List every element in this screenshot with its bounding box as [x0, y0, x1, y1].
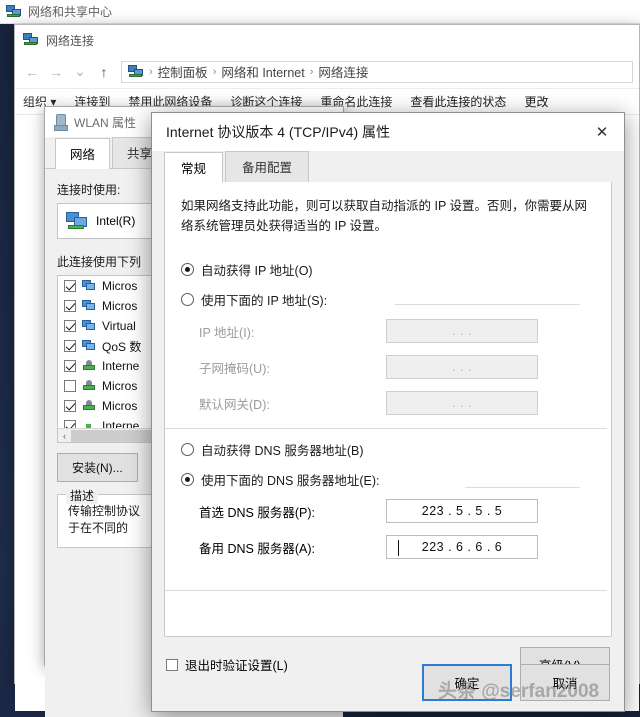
component-checkbox[interactable]: [64, 360, 76, 372]
field-subnet-mask: 子网掩码(U): . . .: [181, 352, 595, 382]
back-button[interactable]: ←: [21, 64, 43, 80]
breadcrumb-separator: ›: [149, 65, 153, 78]
cancel-button[interactable]: 取消: [520, 664, 610, 701]
ipv4-properties-dialog: Internet 协议版本 4 (TCP/IPv4) 属性 ✕ 常规 备用配置 …: [151, 112, 625, 712]
radio-label: 使用下面的 DNS 服务器地址(E):: [201, 473, 380, 488]
checkbox-indicator[interactable]: [166, 658, 178, 671]
preferred-dns-input[interactable]: 223 . 5 . 5 . 5: [386, 499, 538, 523]
component-label: Interne: [102, 359, 140, 373]
network-adapter-icon: [66, 212, 88, 230]
ok-button[interactable]: 确定: [422, 664, 512, 701]
monitor-icon: [82, 300, 96, 312]
radio-obtain-dns-automatically[interactable]: 自动获得 DNS 服务器地址(B): [181, 438, 595, 460]
alternate-dns-input[interactable]: 223 . 6 . 6 . 6: [386, 535, 538, 559]
network-icon: [128, 64, 144, 79]
field-alternate-dns: 备用 DNS 服务器(A): 223 . 6 . 6 . 6: [181, 532, 595, 562]
network-icon: [6, 4, 22, 19]
component-label: Virtual: [102, 319, 136, 333]
subnet-mask-input[interactable]: . . .: [386, 355, 538, 379]
sharing-center-titlebar[interactable]: 网络和共享中心: [0, 0, 640, 24]
monitor-icon: [82, 340, 96, 352]
component-checkbox[interactable]: [64, 340, 76, 352]
description-title: 描述: [66, 487, 99, 504]
field-label: IP 地址(I):: [199, 325, 255, 340]
component-checkbox[interactable]: [64, 320, 76, 332]
component-checkbox[interactable]: [64, 280, 76, 292]
monitor-icon: [82, 320, 96, 332]
recent-locations-button[interactable]: ⌄: [69, 63, 91, 80]
intro-text-line-2: 络系统管理员处获得适当的 IP 设置。: [181, 219, 388, 233]
up-button[interactable]: ↑: [93, 64, 115, 80]
field-label: 首选 DNS 服务器(P):: [199, 505, 315, 520]
section-divider: [165, 428, 607, 429]
component-checkbox[interactable]: [64, 380, 76, 392]
navigation-bar: ← → ⌄ ↑ › 控制面板 › 网络和 Internet › 网络连接: [15, 55, 639, 89]
breadcrumb-item-network-internet[interactable]: 网络和 Internet: [221, 62, 304, 81]
breadcrumb-item-network-connections[interactable]: 网络连接: [318, 62, 368, 81]
toolbar-view-status[interactable]: 查看此连接的状态: [410, 93, 506, 110]
ipv4-titlebar[interactable]: Internet 协议版本 4 (TCP/IPv4) 属性 ✕: [152, 113, 624, 151]
breadcrumb-separator: ›: [309, 65, 314, 78]
section-rule: [465, 487, 580, 488]
radio-indicator[interactable]: [181, 292, 194, 306]
field-ip-address: IP 地址(I): . . .: [181, 316, 595, 346]
sharing-center-title: 网络和共享中心: [28, 5, 113, 19]
monitor-icon: [82, 280, 96, 292]
breadcrumb-separator: ›: [212, 65, 217, 78]
default-gateway-input[interactable]: . . .: [386, 391, 538, 415]
plug-icon: [82, 380, 96, 392]
section-rule: [395, 304, 580, 305]
network-connections-titlebar[interactable]: 网络连接: [15, 25, 639, 55]
wlan-properties-title: WLAN 属性: [74, 115, 137, 130]
plug-icon: [82, 400, 96, 412]
component-label: Micros: [102, 299, 138, 313]
radio-use-following-ip[interactable]: 使用下面的 IP 地址(S):: [181, 288, 595, 310]
radio-indicator[interactable]: [181, 262, 194, 276]
radio-obtain-ip-automatically[interactable]: 自动获得 IP 地址(O): [181, 258, 595, 280]
radio-label: 自动获得 IP 地址(O): [201, 263, 313, 278]
intro-text-line-1: 如果网络支持此功能，则可以获取自动指派的 IP 设置。否则，你需要从网: [181, 199, 588, 213]
field-label: 子网掩码(U):: [199, 361, 270, 376]
component-checkbox[interactable]: [64, 400, 76, 412]
section-divider: [165, 590, 607, 591]
validate-on-exit-checkbox[interactable]: 退出时验证设置(L): [166, 655, 288, 674]
close-icon[interactable]: ✕: [580, 113, 624, 151]
field-label: 默认网关(D):: [199, 397, 270, 412]
breadcrumb-item-control-panel[interactable]: 控制面板: [158, 62, 208, 81]
plug-icon: [82, 360, 96, 372]
adapter-name: Intel(R): [96, 214, 136, 228]
adapter-icon: [53, 114, 68, 131]
tab-alternate-configuration[interactable]: 备用配置: [225, 151, 310, 182]
forward-button[interactable]: →: [45, 64, 67, 80]
field-default-gateway: 默认网关(D): . . .: [181, 388, 595, 418]
install-button[interactable]: 安装(N)...: [57, 453, 138, 482]
field-label: 备用 DNS 服务器(A):: [199, 541, 315, 556]
radio-label: 使用下面的 IP 地址(S):: [201, 293, 328, 308]
dialog-action-buttons: 确定 取消: [422, 664, 610, 701]
radio-label: 自动获得 DNS 服务器地址(B): [201, 443, 364, 458]
ipv4-tab-strip: 常规 备用配置: [152, 151, 624, 183]
component-label: Micros: [102, 399, 138, 413]
component-label: Micros: [102, 379, 138, 393]
component-checkbox[interactable]: [64, 300, 76, 312]
toolbar-change-settings[interactable]: 更改: [524, 93, 548, 110]
tab-network[interactable]: 网络: [55, 138, 111, 169]
network-icon: [23, 33, 39, 47]
tab-general[interactable]: 常规: [164, 152, 224, 183]
ipv4-dialog-title: Internet 协议版本 4 (TCP/IPv4) 属性: [166, 124, 391, 140]
component-label: Micros: [102, 279, 138, 293]
scroll-left-icon[interactable]: ‹: [58, 431, 71, 441]
ip-address-input[interactable]: . . .: [386, 319, 538, 343]
breadcrumb[interactable]: › 控制面板 › 网络和 Internet › 网络连接: [121, 60, 633, 83]
field-preferred-dns: 首选 DNS 服务器(P): 223 . 5 . 5 . 5: [181, 496, 595, 526]
network-connections-title: 网络连接: [46, 33, 95, 48]
radio-indicator[interactable]: [181, 472, 194, 486]
ipv4-general-panel: 如果网络支持此功能，则可以获取自动指派的 IP 设置。否则，你需要从网 络系统管…: [164, 182, 612, 637]
checkbox-label: 退出时验证设置(L): [185, 659, 288, 673]
radio-indicator[interactable]: [181, 442, 194, 456]
component-label: QoS 数: [102, 339, 142, 354]
